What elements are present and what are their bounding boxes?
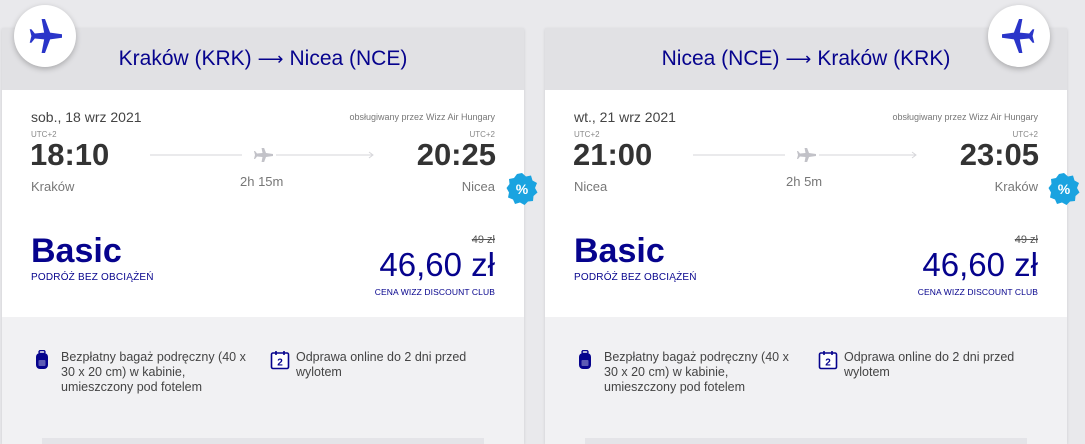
return-plane-badge — [988, 5, 1050, 67]
fare-section[interactable]: Basic PODRÓŻ BEZ OBCIĄŻEŃ 49 zł 46,60 zł… — [2, 214, 524, 317]
old-price: 49 zł — [471, 234, 495, 246]
feature-online-checkin-text: Odprawa online do 2 dni przed wylotem — [296, 350, 467, 379]
route-header: Kraków (KRK) ⟶ Nicea (NCE) — [2, 28, 524, 90]
plane-icon — [797, 148, 816, 162]
feature-cabin-bag-text: Bezpłatny bagaż podręczny (40 x 30 x 20 … — [604, 350, 789, 394]
feature-online-checkin-text: Odprawa online do 2 dni przed wylotem — [844, 350, 1015, 379]
flight-path-line — [693, 148, 917, 162]
route-origin: Kraków (KRK) — [118, 47, 252, 70]
calendar-badge: 2 — [277, 358, 283, 369]
flight-date: sob., 18 wrz 2021 — [31, 109, 142, 125]
arrival-time: 20:25 — [416, 137, 496, 172]
arrival-city: Kraków — [994, 179, 1038, 194]
feature-online-checkin: 2 Odprawa online do 2 dni przed wylotem — [818, 350, 1043, 380]
discount-symbol: % — [1058, 181, 1071, 197]
fare-section[interactable]: Basic PODRÓŻ BEZ OBCIĄŻEŃ 49 zł 46,60 zł… — [545, 214, 1067, 317]
calendar-badge: 2 — [825, 358, 831, 369]
feature-online-checkin: 2 Odprawa online do 2 dni przed wylotem — [270, 350, 500, 380]
price: 46,60 zł — [922, 246, 1038, 283]
flight-date: wt., 21 wrz 2021 — [574, 109, 676, 125]
fare-subtitle: PODRÓŻ BEZ OBCIĄŻEŃ — [574, 272, 697, 283]
departure-time: 18:10 — [30, 137, 110, 172]
card-bottom-strip — [42, 438, 484, 444]
route-origin: Nicea (NCE) — [661, 47, 780, 70]
route-arrow: ⟶ — [785, 48, 812, 69]
operator-label: obsługiwany przez Wizz Air Hungary — [349, 112, 495, 122]
feature-cabin-bag-text: Bezpłatny bagaż podręczny (40 x 30 x 20 … — [61, 350, 246, 394]
route-destination: Nicea (NCE) — [289, 47, 408, 70]
price-note: CENA WIZZ DISCOUNT CLUB — [917, 287, 1038, 297]
arrival-city: Nicea — [461, 179, 495, 194]
operator-label: obsługiwany przez Wizz Air Hungary — [892, 112, 1038, 122]
route-arrow: ⟶ — [257, 48, 284, 69]
fare-subtitle: PODRÓŻ BEZ OBCIĄŻEŃ — [31, 272, 154, 283]
return-flight-card: Nicea (NCE) ⟶ Kraków (KRK) wt., 21 wrz 2… — [545, 28, 1067, 444]
fare-features: Bezpłatny bagaż podręczny (40 x 30 x 20 … — [545, 317, 1067, 444]
feature-cabin-bag: Bezpłatny bagaż podręczny (40 x 30 x 20 … — [578, 349, 798, 395]
flight-times: sob., 18 wrz 2021 obsługiwany przez Wizz… — [2, 90, 524, 215]
outbound-flight-card: Kraków (KRK) ⟶ Nicea (NCE) sob., 18 wrz … — [2, 28, 524, 444]
old-price: 49 zł — [1014, 234, 1038, 246]
flight-path-line — [150, 148, 374, 162]
departure-city: Kraków — [31, 179, 75, 194]
card-bottom-strip — [585, 438, 1027, 444]
price-note: CENA WIZZ DISCOUNT CLUB — [374, 287, 495, 297]
route-destination: Kraków (KRK) — [817, 47, 951, 70]
outbound-plane-badge — [14, 5, 76, 67]
arrival-time: 23:05 — [959, 137, 1039, 172]
plane-icon — [29, 19, 62, 53]
departure-time: 21:00 — [573, 137, 653, 172]
calendar-2-icon: 2 — [270, 350, 296, 380]
fare-features: Bezpłatny bagaż podręczny (40 x 30 x 20 … — [2, 317, 524, 444]
backpack-icon — [578, 349, 604, 395]
plane-icon — [254, 148, 273, 162]
flight-times: wt., 21 wrz 2021 obsługiwany przez Wizz … — [545, 90, 1067, 215]
price: 46,60 zł — [379, 246, 495, 283]
discount-badge-icon: % — [506, 173, 538, 205]
fare-name: Basic — [31, 232, 122, 270]
flight-duration: 2h 15m — [240, 174, 284, 189]
plane-icon — [1002, 19, 1035, 53]
discount-symbol: % — [516, 181, 529, 197]
backpack-icon — [35, 349, 61, 395]
fare-name: Basic — [574, 232, 665, 270]
discount-badge-icon: % — [1048, 173, 1080, 205]
departure-city: Nicea — [574, 179, 608, 194]
flight-duration: 2h 5m — [786, 174, 823, 189]
feature-cabin-bag: Bezpłatny bagaż podręczny (40 x 30 x 20 … — [35, 349, 255, 395]
calendar-2-icon: 2 — [818, 350, 844, 380]
